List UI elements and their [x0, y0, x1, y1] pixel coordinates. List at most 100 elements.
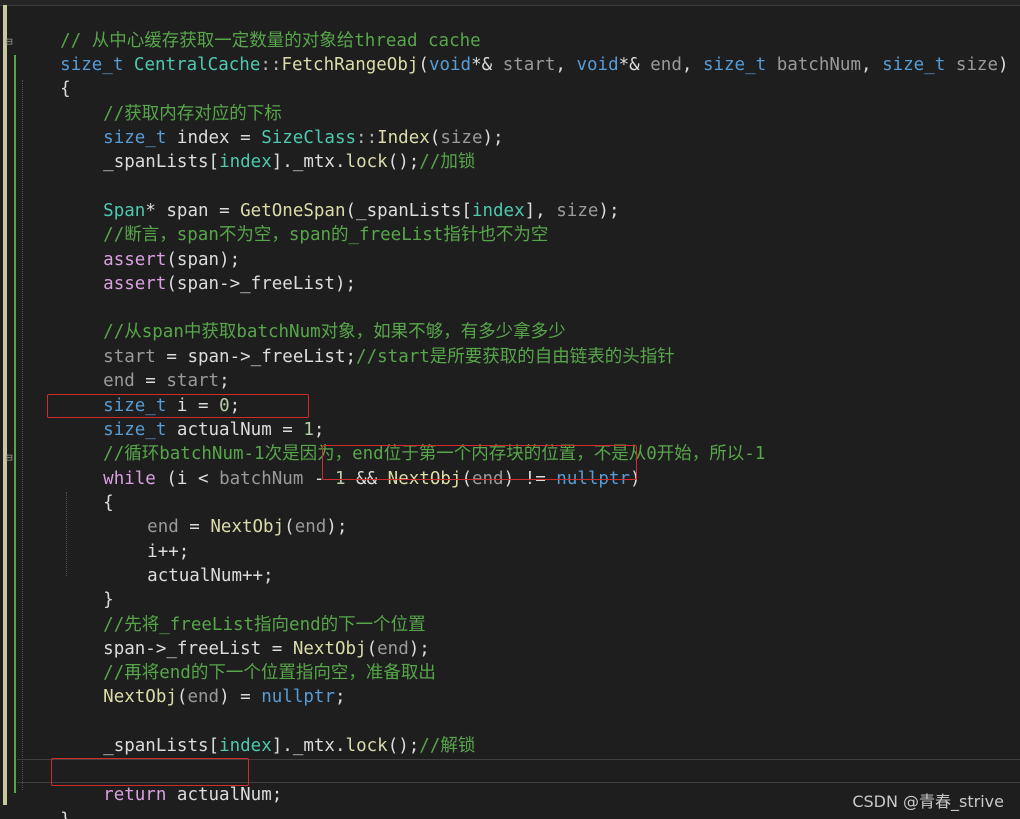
- macro: assert: [103, 274, 167, 294]
- function-name: lock: [345, 152, 388, 172]
- code-line-5[interactable]: size_t index = SizeClass::Index(size);: [61, 102, 503, 148]
- type-keyword: void: [576, 55, 619, 75]
- paren: (: [284, 517, 295, 537]
- bracket: ].: [271, 736, 293, 756]
- keyword: nullptr: [261, 687, 335, 707]
- member: _mtx: [292, 736, 335, 756]
- code-line-22[interactable]: i++;: [105, 516, 189, 562]
- function-name: lock: [345, 736, 388, 756]
- code-line-3[interactable]: {: [18, 53, 71, 99]
- type-keyword: size_t: [702, 55, 767, 75]
- member: _mtx: [292, 152, 335, 172]
- parameter: size: [556, 201, 599, 221]
- code-line-9[interactable]: //断言，span不为空，span的_freeList指针也不为空: [61, 199, 548, 245]
- code-line-33[interactable]: }: [18, 784, 71, 819]
- code-line-16[interactable]: size_t i = 0;: [61, 370, 240, 416]
- member: _freeList: [250, 347, 346, 367]
- comment: //加锁: [419, 152, 476, 172]
- enum-value: index: [219, 152, 272, 172]
- class-name: CentralCache: [133, 55, 261, 75]
- saved-changes-margin: [14, 55, 16, 793]
- code-line-23[interactable]: actualNum++;: [105, 540, 273, 586]
- bracket: [: [208, 152, 220, 172]
- change-tracking-margin: [3, 5, 7, 805]
- parameter: batchNum: [219, 469, 304, 489]
- code-line-6[interactable]: _spanLists[index]._mtx.lock();//加锁: [61, 126, 475, 172]
- semicolon: ;: [345, 347, 357, 367]
- code-line-28[interactable]: NextObj(end) = nullptr;: [61, 661, 345, 707]
- comma: ,: [861, 55, 883, 75]
- return-value: actualNum;: [166, 785, 283, 805]
- semicolon: ;: [335, 687, 346, 707]
- highlight-box-return: [51, 758, 249, 786]
- bracket: [: [208, 736, 220, 756]
- paren: );: [326, 517, 348, 537]
- paren: (: [418, 55, 429, 75]
- code-line-25[interactable]: //先将_freeList指向end的下一个位置: [61, 589, 426, 635]
- assignment: ) =: [219, 687, 262, 707]
- comment: //解锁: [419, 736, 476, 756]
- code-line-10[interactable]: assert(span);: [61, 224, 240, 270]
- paren: );: [482, 128, 504, 148]
- arguments: (span->: [166, 274, 241, 294]
- parameter: batchNum: [776, 55, 861, 75]
- code-line-20[interactable]: {: [61, 467, 114, 513]
- type-keyword: void: [428, 55, 472, 75]
- collapse-marker-icon[interactable]: ⊟: [6, 452, 13, 464]
- code-line-30[interactable]: _spanLists[index]._mtx.lock();//解锁: [61, 710, 475, 756]
- parameter: end: [650, 55, 682, 75]
- scope-operator: ::: [260, 55, 282, 75]
- function-name: NextObj: [103, 687, 177, 707]
- code-line-27[interactable]: //再将end的下一个位置指向空，准备取出: [61, 637, 436, 683]
- paren: );: [334, 274, 357, 294]
- pointer-ref: *&: [618, 55, 651, 75]
- paren: (: [176, 687, 188, 707]
- code-line-21[interactable]: end = NextObj(end);: [105, 491, 347, 537]
- code-line-18[interactable]: //循环batchNum-1次是因为，end位于第一个内存块的位置，不是从0开始…: [61, 418, 765, 464]
- code-line-15[interactable]: end = start;: [61, 345, 229, 391]
- code-line-14[interactable]: start = span->_freeList;//start是所要获取的自由链…: [61, 321, 675, 367]
- code-line-24[interactable]: }: [61, 564, 114, 610]
- highlight-box-nextobj-condition: [322, 445, 637, 480]
- dot: .: [334, 152, 346, 172]
- close-brace: }: [60, 810, 71, 819]
- paren: ): [998, 55, 1009, 75]
- code-line-26[interactable]: span->_freeList = NextObj(end);: [61, 613, 430, 659]
- code-line-2[interactable]: size_t CentralCache::FetchRangeObj(void*…: [18, 29, 1008, 75]
- paren: ();: [387, 152, 420, 172]
- member: _freeList: [240, 274, 335, 294]
- code-line-8[interactable]: Span* span = GetOneSpan(_spanLists[index…: [61, 175, 619, 221]
- pointer-ref: *&: [471, 55, 503, 75]
- member: _spanLists: [103, 152, 209, 172]
- watermark-text: CSDN @青春_strive: [852, 792, 1004, 811]
- type-keyword: size_t: [882, 55, 946, 75]
- function-name: FetchRangeObj: [281, 55, 419, 75]
- highlight-box-actualnum-init: [47, 394, 309, 418]
- paren: ();: [387, 736, 420, 756]
- parameter: size: [955, 55, 998, 75]
- code-editor[interactable]: ⊟ ⊟ // 从中心缓存获取一定数量的对象给thread cache size_…: [0, 0, 1020, 819]
- bracket: ].: [271, 152, 293, 172]
- condition: (i <: [155, 469, 220, 489]
- increment-statement: actualNum++;: [147, 566, 274, 586]
- paren: );: [598, 201, 620, 221]
- comment: //start是所要获取的自由链表的头指针: [356, 347, 675, 367]
- comma: ,: [681, 55, 703, 75]
- member: _spanLists: [103, 736, 209, 756]
- function-name: NextObj: [210, 517, 285, 537]
- control-keyword: return: [103, 785, 167, 805]
- enum-value: index: [219, 736, 272, 756]
- code-line-4[interactable]: //获取内存对应的下标: [61, 78, 282, 124]
- parameter: end: [187, 687, 220, 707]
- collapse-marker-icon[interactable]: ⊟: [6, 36, 13, 48]
- dot: .: [334, 736, 346, 756]
- indent-guide: [22, 80, 23, 790]
- code-line-1[interactable]: // 从中心缓存获取一定数量的对象给thread cache: [18, 5, 481, 51]
- parameter: end: [294, 517, 327, 537]
- code-line-13[interactable]: //从span中获取batchNum对象，如果不够，有多少拿多少: [61, 296, 566, 342]
- parameter: start: [502, 55, 556, 75]
- comma: ,: [555, 55, 577, 75]
- code-line-11[interactable]: assert(span->_freeList);: [61, 248, 356, 294]
